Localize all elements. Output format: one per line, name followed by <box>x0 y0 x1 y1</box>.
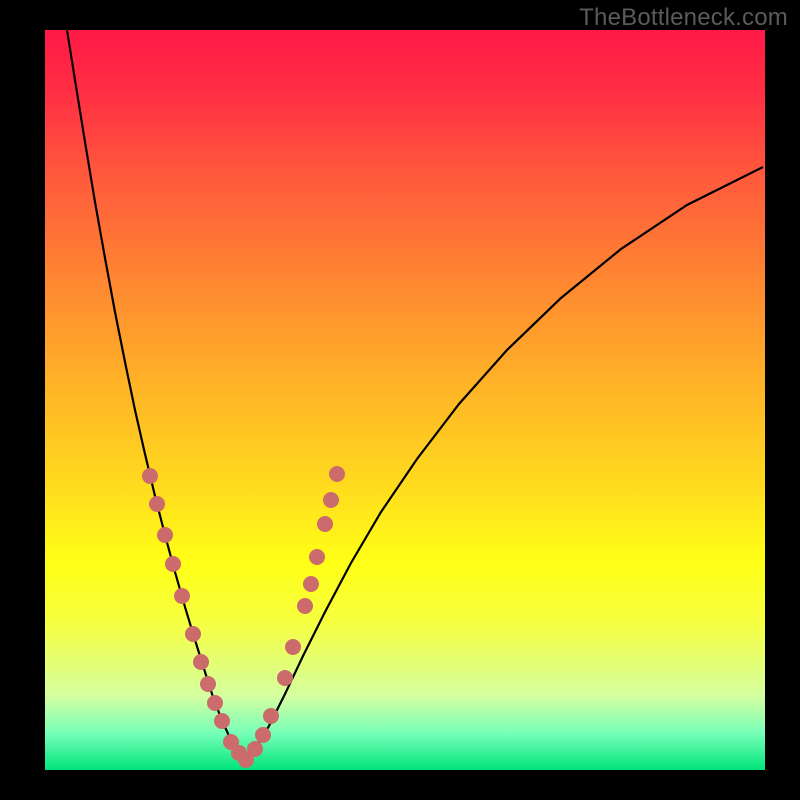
chart-svg <box>45 30 765 770</box>
curve-right <box>245 167 763 761</box>
highlight-dot <box>277 670 293 686</box>
highlight-dot <box>247 741 263 757</box>
plot-area <box>45 30 765 770</box>
chart-root: TheBottleneck.com <box>0 0 800 800</box>
highlight-dot <box>303 576 319 592</box>
highlight-dot <box>317 516 333 532</box>
highlight-dot <box>157 527 173 543</box>
highlight-dot <box>329 466 345 482</box>
highlight-dot <box>185 626 201 642</box>
highlight-dot <box>255 727 271 743</box>
highlight-dot <box>200 676 216 692</box>
highlight-dot <box>142 468 158 484</box>
highlight-dot <box>165 556 181 572</box>
highlight-dot <box>309 549 325 565</box>
watermark: TheBottleneck.com <box>579 4 788 32</box>
curve-left <box>67 30 245 761</box>
highlight-dot <box>323 492 339 508</box>
highlight-dot <box>214 713 230 729</box>
highlight-dot <box>207 695 223 711</box>
highlight-dot <box>174 588 190 604</box>
highlight-dot <box>285 639 301 655</box>
highlight-dot <box>149 496 165 512</box>
highlight-dots <box>142 466 345 768</box>
highlight-dot <box>193 654 209 670</box>
highlight-dot <box>297 598 313 614</box>
highlight-dot <box>263 708 279 724</box>
